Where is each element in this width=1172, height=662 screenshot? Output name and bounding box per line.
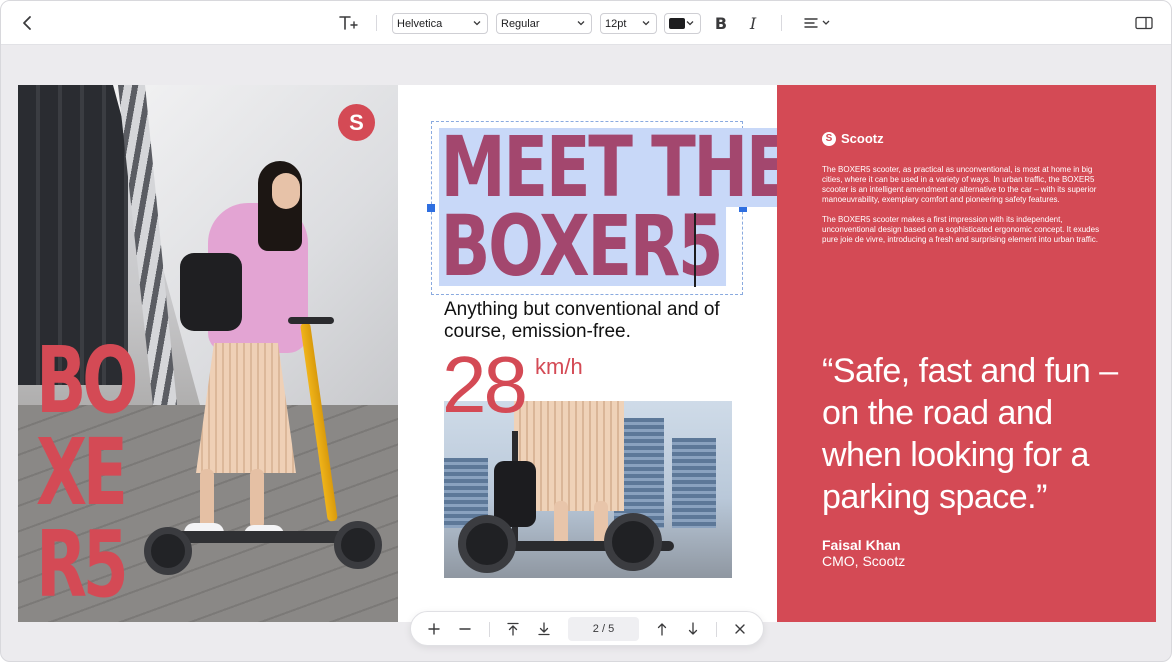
paragraph: The BOXER5 scooter, as practical as unco… <box>822 165 1097 204</box>
page-photo[interactable]: S BO XE R5 <box>18 85 398 622</box>
toolbar: Helvetica Regular 12pt B I <box>1 1 1171 45</box>
speed-value[interactable]: 28 <box>442 345 528 425</box>
text-align-button[interactable] <box>800 9 834 37</box>
document-spread: S BO XE R5 MEET THE BOXER5 Anything but … <box>18 85 1156 622</box>
author-name[interactable]: Faisal Khan <box>822 537 901 553</box>
first-page-button[interactable] <box>502 618 524 640</box>
person-backpack <box>494 461 536 527</box>
brand-logo: S <box>338 104 375 141</box>
pagebar-divider <box>489 622 490 637</box>
font-size-select[interactable]: 12pt <box>600 13 657 34</box>
close-icon <box>735 624 745 634</box>
color-swatch <box>669 18 685 29</box>
toolbar-divider <box>781 15 782 31</box>
bold-button[interactable]: B <box>709 9 733 37</box>
arrow-up-icon <box>657 623 667 636</box>
text-style-button[interactable] <box>335 9 361 37</box>
font-weight-select[interactable]: Regular <box>496 13 592 34</box>
paragraph: The BOXER5 scooter makes a first impress… <box>822 215 1100 244</box>
arrow-down-icon <box>688 622 698 635</box>
font-size-value: 12pt <box>605 17 627 30</box>
font-weight-value: Regular <box>501 17 540 30</box>
minus-icon <box>459 628 471 630</box>
body-text[interactable]: The BOXER5 scooter, as practical as unco… <box>822 165 1112 255</box>
toolbar-divider <box>376 15 377 31</box>
chevron-down-icon <box>473 21 481 26</box>
sidebar-icon <box>1135 16 1153 30</box>
chevron-down-icon <box>577 21 585 26</box>
page-middle[interactable]: MEET THE BOXER5 Anything but conventiona… <box>398 85 794 622</box>
person-face <box>272 173 300 209</box>
font-family-value: Helvetica <box>397 17 443 30</box>
headline-line: MEET THE <box>439 125 794 209</box>
headline-line: BOXER5 <box>439 204 726 288</box>
pull-quote[interactable]: “Safe, fast and fun – on the road and wh… <box>822 350 1132 518</box>
brand-lockup: S Scootz <box>822 131 884 146</box>
editor-window: Helvetica Regular 12pt B I S BO XE R5 ME… <box>0 0 1172 662</box>
page-quote[interactable]: S Scootz The BOXER5 scooter, as practica… <box>777 85 1156 622</box>
previous-page-button[interactable] <box>651 618 673 640</box>
arrow-up-to-line-icon <box>507 622 519 636</box>
city-building <box>672 438 716 528</box>
vertical-title: BO XE R5 <box>36 327 138 618</box>
italic-button[interactable]: I <box>741 9 765 37</box>
person-backpack <box>180 253 242 331</box>
back-button[interactable] <box>15 9 39 37</box>
page-navigation-bar: 2 / 5 <box>410 611 764 646</box>
person-legs <box>178 469 288 543</box>
close-button[interactable] <box>729 618 751 640</box>
arrow-down-to-line-icon <box>538 622 550 636</box>
speed-unit[interactable]: km/h <box>535 354 583 380</box>
scooter-wheel <box>144 527 192 575</box>
chevron-left-icon <box>23 16 31 30</box>
align-left-icon <box>804 18 830 28</box>
brand-logo-icon: S <box>822 131 836 146</box>
chevron-down-icon <box>642 21 650 26</box>
plus-icon <box>428 623 440 635</box>
text-caret <box>694 213 696 287</box>
resize-handle-left[interactable] <box>427 204 435 212</box>
scooter-wheel <box>334 521 382 569</box>
pagebar-divider <box>716 622 717 637</box>
scooter-handlebar <box>288 317 334 324</box>
subheadline[interactable]: Anything but conventional and of course,… <box>444 299 744 343</box>
zoom-in-button[interactable] <box>423 618 445 640</box>
last-page-button[interactable] <box>533 618 555 640</box>
sidebar-toggle-button[interactable] <box>1131 9 1157 37</box>
font-family-select[interactable]: Helvetica <box>392 13 488 34</box>
text-color-select[interactable] <box>664 13 701 34</box>
scooter-wheel <box>604 513 662 571</box>
author-role[interactable]: CMO, Scootz <box>822 553 905 569</box>
page-indicator[interactable]: 2 / 5 <box>568 617 639 641</box>
scooter-wheel <box>458 515 516 573</box>
next-page-button[interactable] <box>682 618 704 640</box>
text-add-icon <box>339 16 358 30</box>
brand-name: Scootz <box>841 131 884 146</box>
zoom-out-button[interactable] <box>454 618 476 640</box>
chevron-down-icon <box>686 21 694 26</box>
